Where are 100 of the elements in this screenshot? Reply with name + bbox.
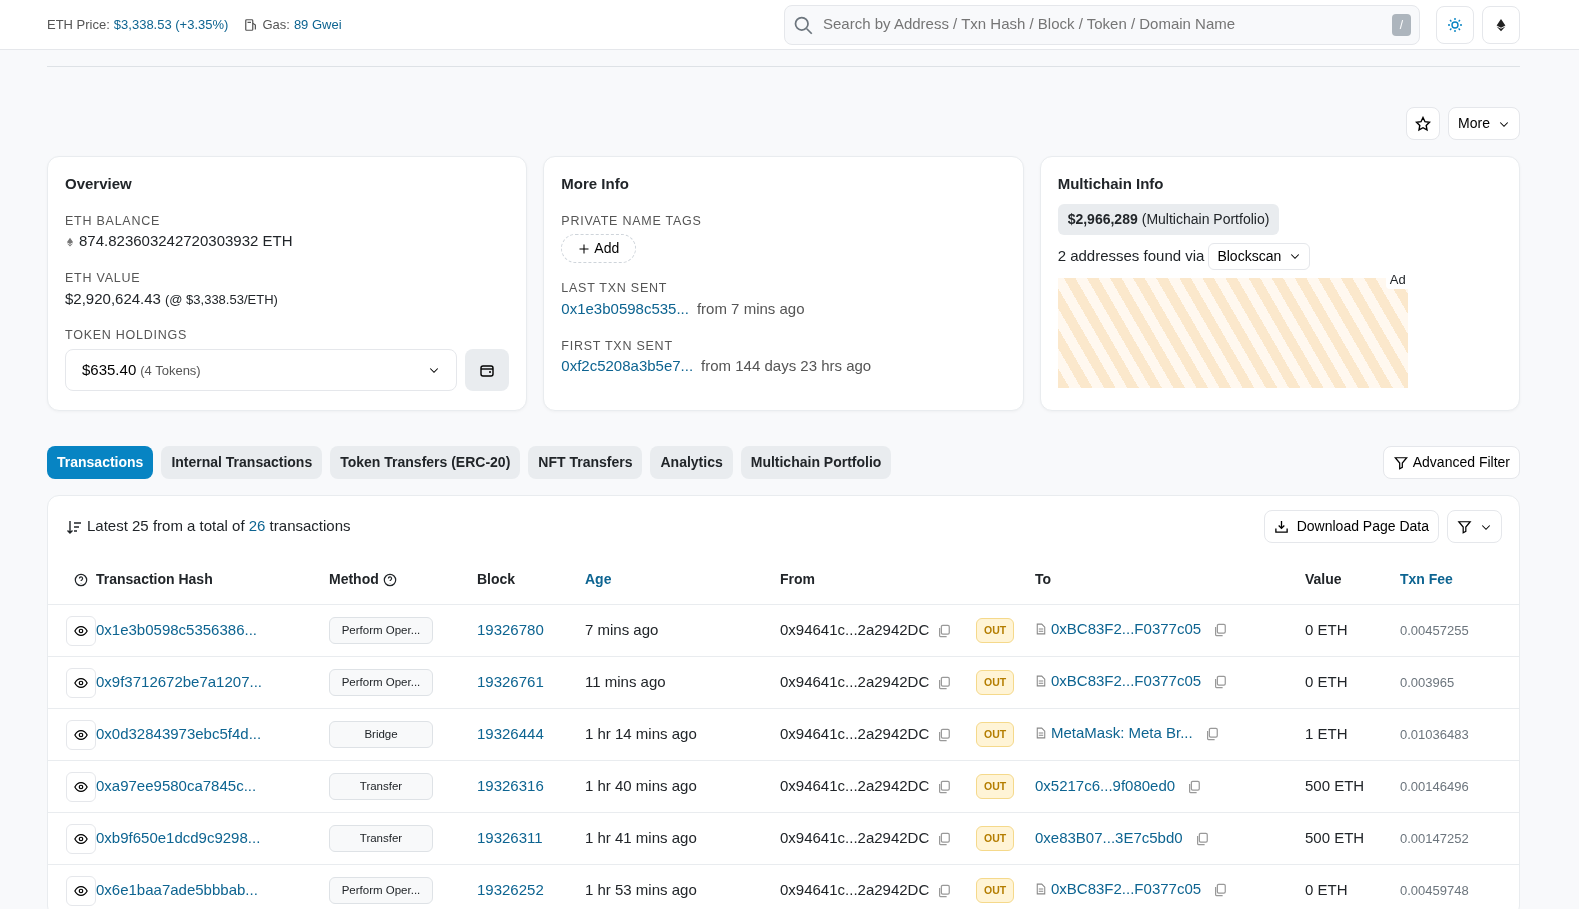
download-button[interactable]: Download Page Data: [1263, 510, 1439, 543]
tab[interactable]: Internal Transactions: [161, 446, 323, 479]
copy-icon: [1213, 675, 1228, 690]
copy-icon: [937, 831, 952, 846]
from-address: 0x94641c...2a2942DC: [780, 724, 930, 745]
field-label: TOKEN HOLDINGS: [65, 327, 189, 344]
filter-icon: [1392, 455, 1409, 470]
portfolio-value: $2,966,289 (Multichain Portfolio): [1057, 203, 1280, 235]
copy-icon: [937, 623, 952, 638]
transaction-fee: 0.00147252: [1400, 831, 1469, 847]
from-address: 0x94641c...2a2942DC: [780, 880, 930, 901]
to-address-link[interactable]: 0x5217c6...9f080ed0: [1035, 775, 1176, 798]
copy-icon: [937, 883, 952, 898]
sun-icon: [1447, 16, 1463, 33]
transaction-age: 1 hr 53 mins ago: [585, 881, 697, 899]
filter-dropdown[interactable]: [1447, 510, 1502, 543]
transaction-count-link[interactable]: 26: [248, 517, 266, 535]
eye-icon: [74, 883, 88, 898]
plus-icon: [578, 242, 591, 255]
search-icon: [793, 14, 813, 35]
transaction-fee: 0.003965: [1400, 675, 1455, 691]
column-header: From: [780, 570, 815, 589]
tab[interactable]: Token Transfers (ERC-20): [330, 446, 521, 479]
to-address-link[interactable]: 0xe83B07...3E7c5bd0: [1035, 827, 1183, 850]
eth-price-link[interactable]: $3,338.53 (+3.35%): [113, 14, 229, 35]
tab[interactable]: Analytics: [650, 446, 733, 479]
transaction-value: 500 ETH: [1305, 777, 1365, 795]
copy-icon: [1204, 727, 1219, 742]
document-icon: [1035, 882, 1047, 897]
preview-button[interactable]: [66, 719, 96, 750]
eye-icon: [74, 727, 88, 742]
network-button[interactable]: [1482, 5, 1520, 44]
block-link[interactable]: 19326252: [477, 881, 544, 899]
more-dropdown[interactable]: More: [1448, 107, 1520, 140]
advanced-filter-button[interactable]: Advanced Filter: [1382, 446, 1520, 479]
direction-label: OUT: [976, 877, 1015, 904]
preview-button[interactable]: [66, 875, 96, 906]
to-address-link[interactable]: MetaMask: Meta Br...: [1035, 722, 1193, 745]
wallet-button[interactable]: [465, 348, 510, 391]
eth-value: $2,920,624.43: [65, 288, 161, 309]
to-address-link[interactable]: 0xBC83F2...F0377c05: [1035, 618, 1202, 641]
download-icon: [1273, 519, 1289, 534]
tab[interactable]: Transactions: [47, 446, 154, 479]
gas-price-link[interactable]: 89 Gwei: [293, 14, 342, 35]
to-address-link[interactable]: 0xBC83F2...F0377c05: [1035, 670, 1202, 693]
transaction-hash-link[interactable]: 0xa97ee9580ca7845c...: [96, 777, 257, 795]
addresses-found-text: 2 addresses found via: [1057, 245, 1205, 266]
block-link[interactable]: 19326780: [477, 621, 544, 639]
theme-toggle-button[interactable]: [1436, 5, 1474, 44]
gas-label: Gas:: [262, 15, 290, 34]
favorite-button[interactable]: [1406, 107, 1441, 140]
preview-button[interactable]: [66, 771, 96, 802]
block-link[interactable]: 19326316: [477, 777, 544, 795]
tab[interactable]: Multichain Portfolio: [740, 446, 892, 479]
method-label: Transfer: [329, 824, 433, 853]
transaction-fee: 0.00459748: [1400, 883, 1469, 899]
field-label: PRIVATE NAME TAGS: [561, 212, 703, 230]
preview-button[interactable]: [66, 667, 96, 698]
help-circle-icon: [74, 573, 88, 588]
from-address: 0x94641c...2a2942DC: [780, 620, 930, 641]
from-address: 0x94641c...2a2942DC: [780, 776, 930, 797]
from-address: 0x94641c...2a2942DC: [780, 828, 930, 849]
document-icon: [1035, 674, 1047, 689]
eye-icon: [74, 779, 88, 794]
add-tag-button[interactable]: Add: [561, 234, 637, 264]
eth-balance: 874.823603242720303932 ETH: [79, 231, 293, 252]
transaction-hash-link[interactable]: 0x9f3712672be7a1207...: [96, 673, 262, 691]
transaction-hash-link[interactable]: 0x6e1baa7ade5bbbab...: [96, 881, 258, 899]
column-header: Block: [477, 570, 516, 589]
first-txn-link[interactable]: 0xf2c5208a3b5e7...: [561, 355, 694, 378]
transaction-age: 11 mins ago: [585, 673, 666, 691]
eye-icon: [74, 831, 88, 846]
block-link[interactable]: 19326444: [477, 725, 544, 743]
tab[interactable]: NFT Transfers: [528, 446, 643, 479]
field-label: ETH BALANCE: [65, 212, 162, 230]
preview-button[interactable]: [66, 615, 96, 646]
to-address-link[interactable]: 0xBC83F2...F0377c05: [1035, 878, 1202, 901]
copy-icon: [1187, 780, 1202, 795]
from-address: 0x94641c...2a2942DC: [780, 672, 930, 693]
field-label: LAST TXN SENT: [561, 280, 669, 298]
method-label: Transfer: [329, 772, 433, 801]
method-label: Perform Oper...: [329, 876, 433, 905]
fuel-pump-icon: [244, 17, 259, 32]
direction-label: OUT: [976, 773, 1015, 800]
block-link[interactable]: 19326311: [477, 829, 543, 847]
star-icon: [1415, 116, 1432, 133]
preview-button[interactable]: [66, 823, 96, 854]
block-link[interactable]: 19326761: [477, 673, 544, 691]
transaction-hash-link[interactable]: 0x1e3b0598c5356386...: [96, 621, 257, 639]
transaction-hash-link[interactable]: 0x0d32843973ebc5f4d...: [96, 725, 262, 743]
blockscan-dropdown[interactable]: Blockscan: [1208, 242, 1311, 270]
token-holdings-dropdown[interactable]: $635.40 (4 Tokens): [65, 348, 458, 391]
transaction-hash-link[interactable]: 0xb9f650e1dcd9c9298...: [96, 829, 261, 847]
column-header-link[interactable]: Txn Fee: [1400, 569, 1453, 590]
transactions-summary: Latest 25 from a total of 26 transactions: [87, 516, 351, 537]
column-header-link[interactable]: Age: [585, 569, 612, 590]
shortcut-key: /: [1391, 13, 1411, 36]
transaction-value: 0 ETH: [1305, 881, 1348, 899]
last-txn-link[interactable]: 0x1e3b0598c535...: [561, 298, 689, 321]
search-field[interactable]: Search by Address / Txn Hash / Block / Token / Domain Name: [821, 12, 1384, 37]
